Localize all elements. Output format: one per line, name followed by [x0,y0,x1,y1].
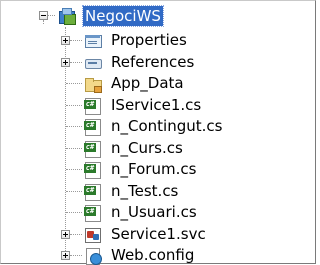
web-project-icon [58,7,76,25]
csharp-file-icon: c# [84,140,102,158]
csharp-file-icon: c# [84,118,102,136]
tree-node[interactable]: c# n_Curs.cs [84,138,185,158]
config-file-icon [84,247,102,265]
tree-connector [70,40,82,41]
folder-icon [84,75,102,93]
tree-node[interactable]: c# n_Contingut.cs [84,116,224,136]
expand-toggle[interactable] [61,230,70,239]
tree-node-label[interactable]: n_Usuari.cs [109,202,199,222]
tree-node-label[interactable]: n_Forum.cs [109,159,198,179]
tree-node-root[interactable]: NegociWS [58,5,164,27]
tree-node[interactable]: App_Data [84,73,186,93]
expand-toggle[interactable] [61,36,70,45]
tree-connector [66,212,82,213]
tree-node-label[interactable]: n_Contingut.cs [109,116,224,136]
tree-connector [48,15,55,16]
project-name[interactable]: NegociWS [82,5,164,27]
tree-connector [66,169,82,170]
properties-icon [84,32,102,49]
collapse-toggle[interactable] [39,11,48,20]
csharp-file-icon: c# [84,161,102,179]
tree-node[interactable]: c# n_Test.cs [84,181,180,201]
tree-connector [70,255,82,256]
tree-node-label[interactable]: n_Curs.cs [109,138,185,158]
tree-connector [43,20,44,24]
tree-node[interactable]: Service1.svc [84,224,208,244]
csharp-file-icon: c# [84,183,102,201]
tree-node[interactable]: Properties [84,30,189,50]
tree-node-label[interactable]: Web.config [109,245,196,265]
tree-node-label[interactable]: n_Test.cs [109,181,180,201]
expand-toggle[interactable] [61,58,70,67]
tree-connector [66,126,82,127]
service-file-icon [84,226,102,243]
tree-node[interactable]: c# IService1.cs [84,95,203,115]
tree-node[interactable]: c# n_Forum.cs [84,159,198,179]
tree-connector [66,105,82,106]
tree-node-label[interactable]: Properties [109,30,189,50]
csharp-file-icon: c# [84,97,102,115]
tree-connector [70,234,82,235]
tree-node[interactable]: c# n_Usuari.cs [84,202,199,222]
tree-connector [66,191,82,192]
references-icon [84,54,102,71]
solution-tree: NegociWS Properties References App_Data c# I… [0,0,316,265]
tree-connector [66,83,82,84]
tree-node-label[interactable]: References [109,52,196,72]
tree-node-label[interactable]: App_Data [109,73,186,93]
csharp-file-icon: c# [84,204,102,222]
tree-connector [70,62,82,63]
tree-node[interactable]: Web.config [84,245,196,265]
tree-node-label[interactable]: IService1.cs [109,95,203,115]
tree-connector [66,148,82,149]
tree-node[interactable]: References [84,52,196,72]
expand-toggle[interactable] [61,251,70,260]
tree-node-label[interactable]: Service1.svc [109,224,208,244]
